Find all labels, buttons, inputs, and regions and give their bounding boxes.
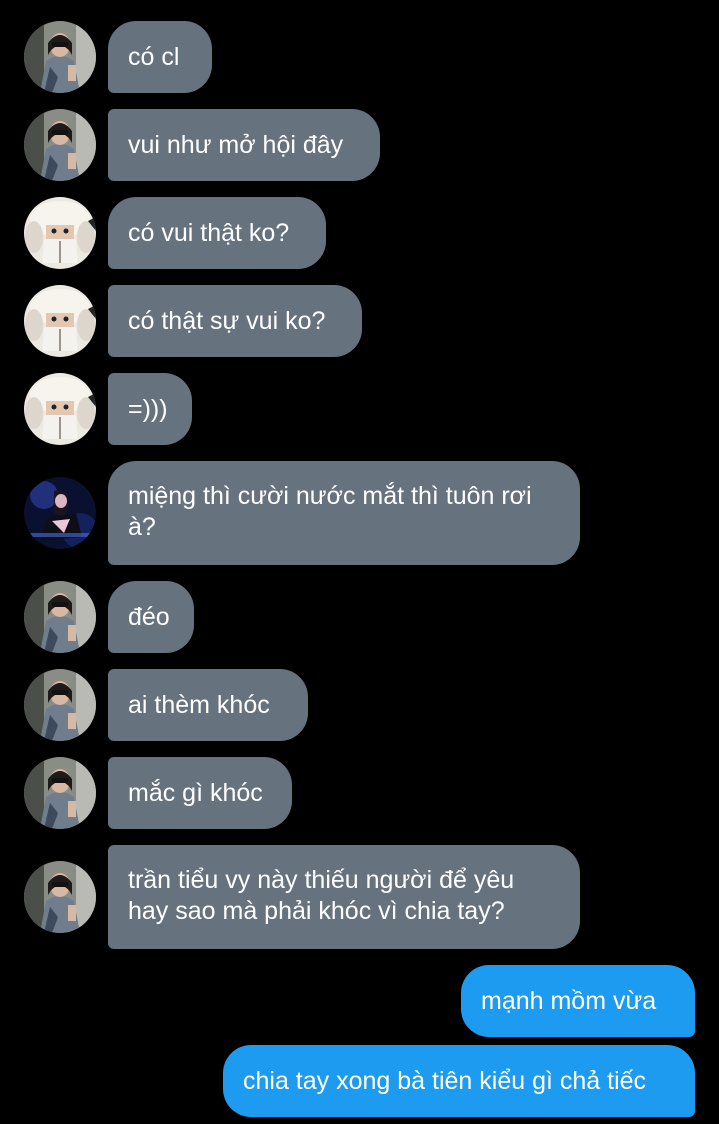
woman-sunglasses-avatar[interactable] — [24, 861, 96, 933]
dark-blue-photo-avatar[interactable] — [24, 477, 96, 549]
message-text: đéo — [128, 602, 170, 631]
incoming-message-row: miệng thì cười nước mắt thì tuôn rơi à? — [0, 461, 719, 565]
message-text: ai thèm khóc — [128, 690, 270, 719]
message-bubble[interactable]: có thật sự vui ko? — [108, 285, 362, 357]
message-text: à? — [128, 513, 156, 541]
message-bubble[interactable]: ai thèm khóc — [108, 669, 308, 741]
woman-sunglasses-avatar[interactable] — [24, 669, 96, 741]
message-bubble[interactable]: miệng thì cười nước mắt thì tuôn rơi à? — [108, 461, 580, 565]
woman-sunglasses-avatar[interactable] — [24, 21, 96, 93]
incoming-message-row: vui như mở hội đây — [0, 109, 719, 181]
woman-sunglasses-avatar[interactable] — [24, 581, 96, 653]
message-bubble[interactable]: mạnh mồm vừa — [461, 965, 695, 1037]
woman-sunglasses-avatar[interactable] — [24, 109, 96, 181]
incoming-message-row: mắc gì khóc — [0, 757, 719, 829]
message-text: hay sao mà phải khóc vì chia tay? — [128, 897, 505, 925]
white-hat-avatar[interactable] — [24, 197, 96, 269]
message-bubble[interactable]: đéo — [108, 581, 194, 653]
message-text: vui như mở hội đây — [128, 130, 344, 159]
message-bubble[interactable]: mắc gì khóc — [108, 757, 292, 829]
message-bubble[interactable]: có vui thật ko? — [108, 197, 326, 269]
woman-sunglasses-avatar[interactable] — [24, 757, 96, 829]
incoming-message-row: có cl — [0, 21, 719, 93]
incoming-message-row: đéo — [0, 581, 719, 653]
incoming-message-row: có vui thật ko? — [0, 197, 719, 269]
message-bubble[interactable]: có cl — [108, 21, 212, 93]
message-bubble[interactable]: trần tiểu vy này thiếu người để yêu hay s… — [108, 845, 580, 949]
message-text: mạnh mồm vừa — [481, 986, 657, 1015]
incoming-message-row: =))) — [0, 373, 719, 445]
message-text: chia tay xong bà tiên kiểu gì chả tiếc — [243, 1066, 647, 1095]
outgoing-message-row: mạnh mồm vừa — [0, 965, 719, 1037]
message-text: mắc gì khóc — [128, 778, 263, 807]
incoming-message-row: ai thèm khóc — [0, 669, 719, 741]
message-text: miệng thì cười nước mắt thì tuôn rơi — [128, 482, 532, 510]
incoming-message-row: trần tiểu vy này thiếu người để yêu hay s… — [0, 845, 719, 949]
message-bubble[interactable]: vui như mở hội đây — [108, 109, 380, 181]
message-text: có vui thật ko? — [128, 218, 290, 247]
white-hat-avatar[interactable] — [24, 373, 96, 445]
message-text: trần tiểu vy này thiếu người để yêu — [128, 866, 515, 894]
message-text: có cl — [128, 42, 180, 71]
message-bubble[interactable]: =))) — [108, 373, 192, 445]
incoming-message-row: có thật sự vui ko? — [0, 285, 719, 357]
message-text: có thật sự vui ko? — [128, 306, 326, 335]
message-bubble[interactable]: chia tay xong bà tiên kiểu gì chả tiếc — [223, 1045, 695, 1117]
message-text: =))) — [128, 394, 168, 423]
outgoing-message-row: chia tay xong bà tiên kiểu gì chả tiếc — [0, 1045, 719, 1117]
white-hat-avatar[interactable] — [24, 285, 96, 357]
